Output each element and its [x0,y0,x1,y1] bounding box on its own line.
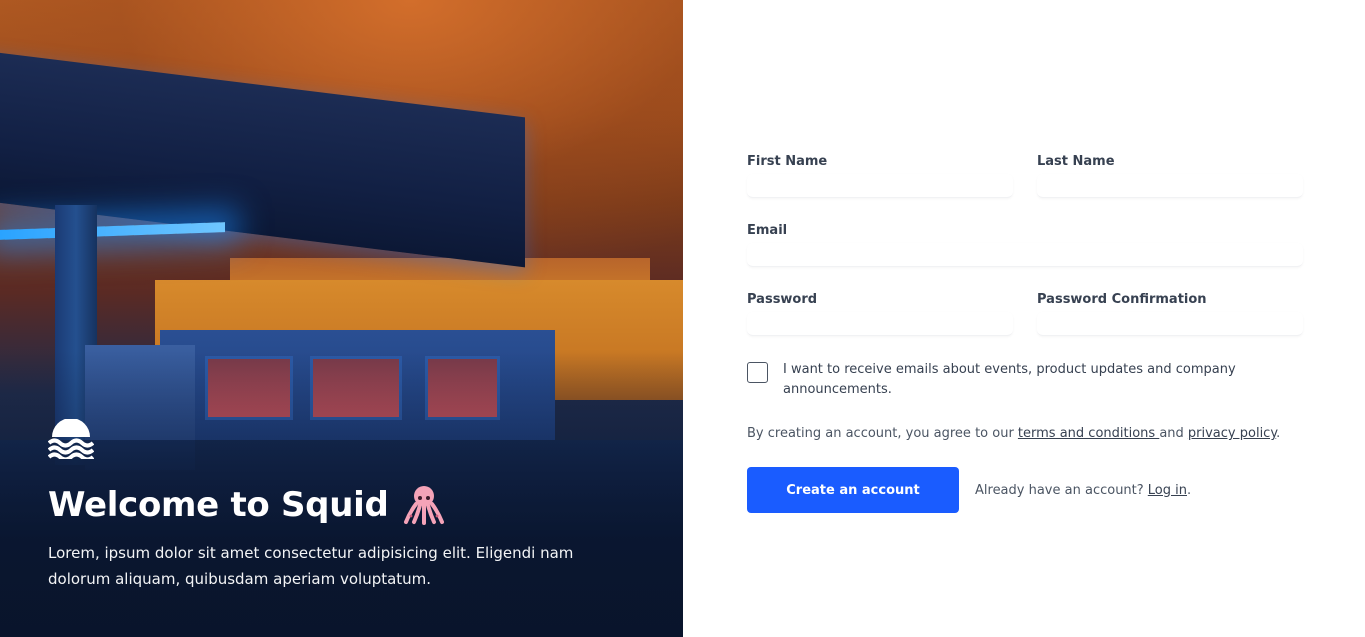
form-actions: Create an account Already have an accoun… [747,467,1303,513]
signup-form: First Name Last Name Email Password Pass… [747,150,1303,513]
login-prompt: Already have an account? Log in. [975,483,1191,498]
hero-panel: Welcome to Squid Lorem, ipsum dolor sit … [0,0,683,637]
password-field: Password [747,288,1013,336]
login-link[interactable]: Log in [1148,483,1187,498]
create-account-button[interactable]: Create an account [747,467,959,513]
email-label: Email [747,223,788,238]
terms-link[interactable]: terms and conditions [1018,426,1159,441]
first-name-field: First Name [747,150,1013,198]
first-name-label: First Name [747,154,828,169]
marketing-consent-checkbox[interactable] [747,362,768,383]
password-confirmation-field: Password Confirmation [1037,288,1303,336]
last-name-field: Last Name [1037,150,1303,198]
terms-notice: By creating an account, you agree to our… [747,424,1303,444]
last-name-input[interactable] [1037,174,1303,198]
marketing-consent: I want to receive emails about events, p… [747,360,1303,400]
last-name-label: Last Name [1037,154,1115,169]
password-confirmation-input[interactable] [1037,312,1303,336]
email-field: Email [747,219,1303,267]
password-confirmation-label: Password Confirmation [1037,292,1207,307]
waves-logo-icon [48,419,94,459]
privacy-link[interactable]: privacy policy [1188,426,1276,441]
first-name-input[interactable] [747,174,1013,198]
terms-prefix: By creating an account, you agree to our [747,426,1018,441]
hero-title-text: Welcome to Squid [48,485,389,525]
terms-middle: and [1159,426,1188,441]
hero-description: Lorem, ipsum dolor sit amet consectetur … [48,544,574,588]
email-row: Email [747,219,1303,267]
marketing-consent-label: I want to receive emails about events, p… [783,362,1236,397]
email-input[interactable] [747,243,1303,267]
password-row: Password Password Confirmation [747,288,1303,336]
login-suffix: . [1187,482,1192,498]
password-label: Password [747,292,818,307]
terms-suffix: . [1276,426,1281,441]
squid-emoji-icon [403,486,444,525]
hero-title: Welcome to Squid [48,484,445,526]
login-prefix: Already have an account? [975,482,1148,498]
name-row: First Name Last Name [747,150,1303,198]
password-input[interactable] [747,312,1013,336]
